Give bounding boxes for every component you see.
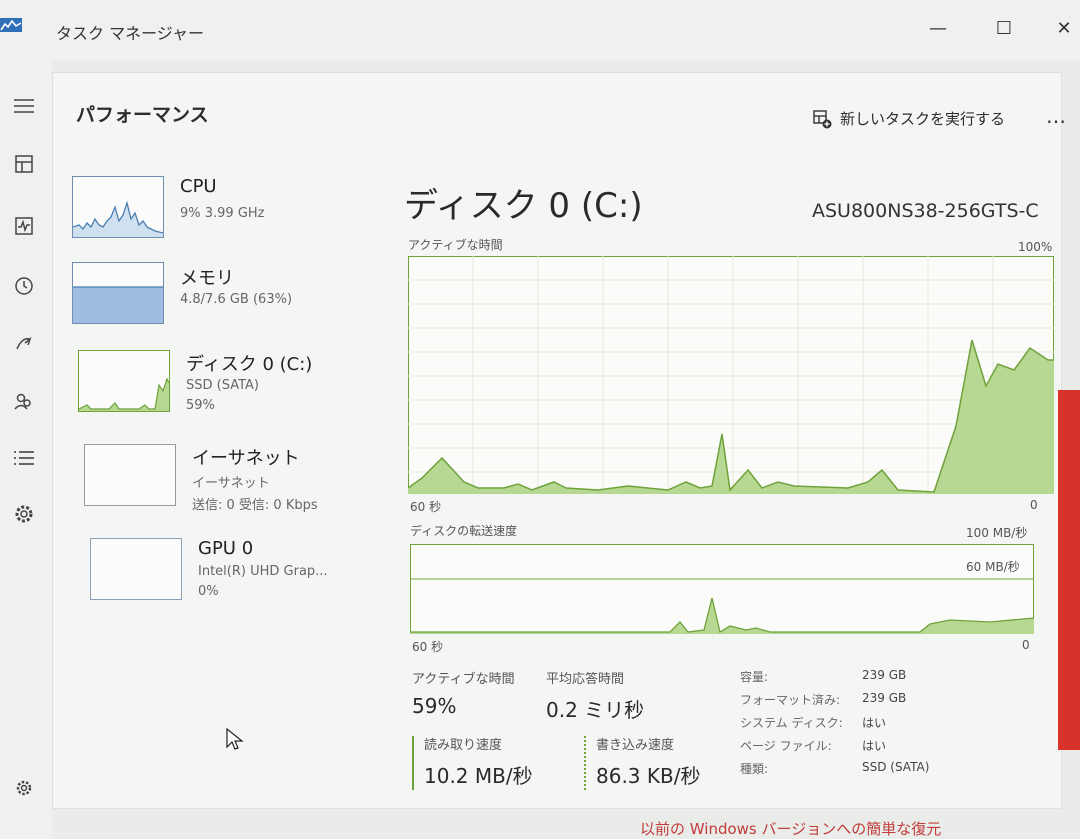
mouse-cursor-icon bbox=[226, 728, 244, 750]
title-bar: タスク マネージャー — ☐ ✕ bbox=[0, 0, 1080, 60]
details-icon[interactable] bbox=[8, 442, 40, 474]
read-speed-label: 読み取り速度 bbox=[424, 738, 503, 753]
resource-usage: 0% bbox=[198, 584, 219, 599]
maximize-button[interactable]: ☐ bbox=[984, 10, 1024, 46]
active-time-label: アクティブな時間 bbox=[412, 672, 515, 687]
restore-previous-windows-link[interactable]: 以前の Windows バージョンへの簡単な復元 bbox=[640, 818, 941, 839]
resource-disk-0[interactable]: ディスク 0 (C:) SSD (SATA) 59% bbox=[78, 350, 378, 430]
run-new-task-label: 新しいタスクを実行する bbox=[840, 110, 1006, 128]
resource-detail: 4.8/7.6 GB (63%) bbox=[180, 292, 293, 307]
transfer-rate-graph-zero: 0 bbox=[1022, 638, 1030, 652]
resource-usage: 59% bbox=[186, 398, 215, 413]
read-speed-value: 10.2 MB/秒 bbox=[424, 764, 533, 788]
resource-memory[interactable]: メモリ 4.8/7.6 GB (63%) bbox=[72, 262, 372, 342]
settings-icon[interactable] bbox=[8, 772, 40, 804]
ethernet-thumbnail-graph bbox=[84, 444, 176, 506]
memory-thumbnail-graph bbox=[72, 262, 164, 324]
resource-detail: 9% 3.99 GHz bbox=[180, 206, 265, 221]
background-window-edge bbox=[1058, 390, 1080, 750]
disk-thumbnail-graph bbox=[78, 350, 170, 412]
avg-response-label: 平均応答時間 bbox=[546, 672, 625, 687]
resource-usage: 送信: 0 受信: 0 Kbps bbox=[192, 498, 318, 513]
info-value: はい bbox=[862, 716, 887, 730]
resource-name: GPU 0 bbox=[198, 538, 254, 559]
cpu-thumbnail-graph bbox=[72, 176, 164, 238]
nav-rail bbox=[0, 60, 52, 839]
transfer-rate-graph-time: 60 秒 bbox=[412, 640, 444, 654]
transfer-rate-graph-label: ディスクの転送速度 bbox=[410, 524, 518, 538]
page-title: パフォーマンス bbox=[76, 104, 209, 126]
write-speed-value: 86.3 KB/秒 bbox=[596, 764, 701, 788]
info-value: はい bbox=[862, 739, 887, 753]
info-label: システム ディスク: bbox=[740, 716, 843, 730]
window-title: タスク マネージャー bbox=[56, 24, 204, 43]
resource-ethernet[interactable]: イーサネット イーサネット 送信: 0 受信: 0 Kbps bbox=[84, 444, 384, 524]
processes-icon[interactable] bbox=[8, 148, 40, 180]
active-time-graph bbox=[408, 256, 1054, 494]
active-time-value: 59% bbox=[412, 694, 457, 718]
active-time-graph-label: アクティブな時間 bbox=[408, 238, 503, 252]
app-history-icon[interactable] bbox=[8, 270, 40, 302]
resource-name: ディスク 0 (C:) bbox=[186, 354, 313, 375]
info-label: フォーマット済み: bbox=[740, 693, 841, 707]
resource-detail: Intel(R) UHD Grap... bbox=[198, 564, 328, 579]
run-new-task-button[interactable]: 新しいタスクを実行する bbox=[812, 108, 1005, 129]
info-label: 容量: bbox=[740, 670, 769, 684]
info-value: 239 GB bbox=[862, 691, 907, 705]
services-icon[interactable] bbox=[8, 498, 40, 530]
resource-detail: イーサネット bbox=[192, 476, 270, 491]
transfer-rate-graph bbox=[410, 544, 1034, 634]
hamburger-icon[interactable] bbox=[8, 90, 40, 122]
active-time-graph-zero: 0 bbox=[1030, 498, 1038, 512]
resource-name: メモリ bbox=[180, 268, 234, 289]
info-label: 種類: bbox=[740, 762, 769, 776]
task-manager-app-icon bbox=[0, 18, 22, 32]
startup-apps-icon[interactable] bbox=[8, 328, 40, 360]
resource-name: CPU bbox=[180, 176, 217, 197]
resource-gpu-0[interactable]: GPU 0 Intel(R) UHD Grap... 0% bbox=[90, 538, 390, 618]
performance-icon[interactable] bbox=[8, 210, 40, 242]
info-value: SSD (SATA) bbox=[862, 760, 930, 774]
more-options-button[interactable]: … bbox=[1046, 104, 1067, 128]
avg-response-value: 0.2 ミリ秒 bbox=[546, 698, 645, 722]
gpu-thumbnail-graph bbox=[90, 538, 182, 600]
write-speed-indicator bbox=[584, 736, 586, 790]
read-speed-indicator bbox=[412, 736, 414, 790]
minimize-button[interactable]: — bbox=[918, 10, 958, 46]
info-value: 239 GB bbox=[862, 668, 907, 682]
transfer-rate-graph-max: 100 MB/秒 bbox=[966, 526, 1028, 540]
resource-name: イーサネット bbox=[192, 448, 300, 469]
info-label: ページ ファイル: bbox=[740, 739, 832, 753]
close-button[interactable]: ✕ bbox=[1044, 10, 1080, 46]
detail-title: ディスク 0 (C:) bbox=[404, 186, 643, 226]
users-icon[interactable] bbox=[8, 386, 40, 418]
resource-cpu[interactable]: CPU 9% 3.99 GHz bbox=[72, 176, 372, 256]
disk-model: ASU800NS38-256GTS-C bbox=[812, 200, 1039, 222]
new-task-icon bbox=[813, 109, 832, 128]
transfer-rate-graph-line-label: 60 MB/秒 bbox=[966, 560, 1020, 574]
resource-detail: SSD (SATA) bbox=[186, 378, 259, 393]
active-time-graph-time: 60 秒 bbox=[410, 500, 442, 514]
active-time-graph-max: 100% bbox=[1018, 240, 1053, 254]
write-speed-label: 書き込み速度 bbox=[596, 738, 675, 753]
